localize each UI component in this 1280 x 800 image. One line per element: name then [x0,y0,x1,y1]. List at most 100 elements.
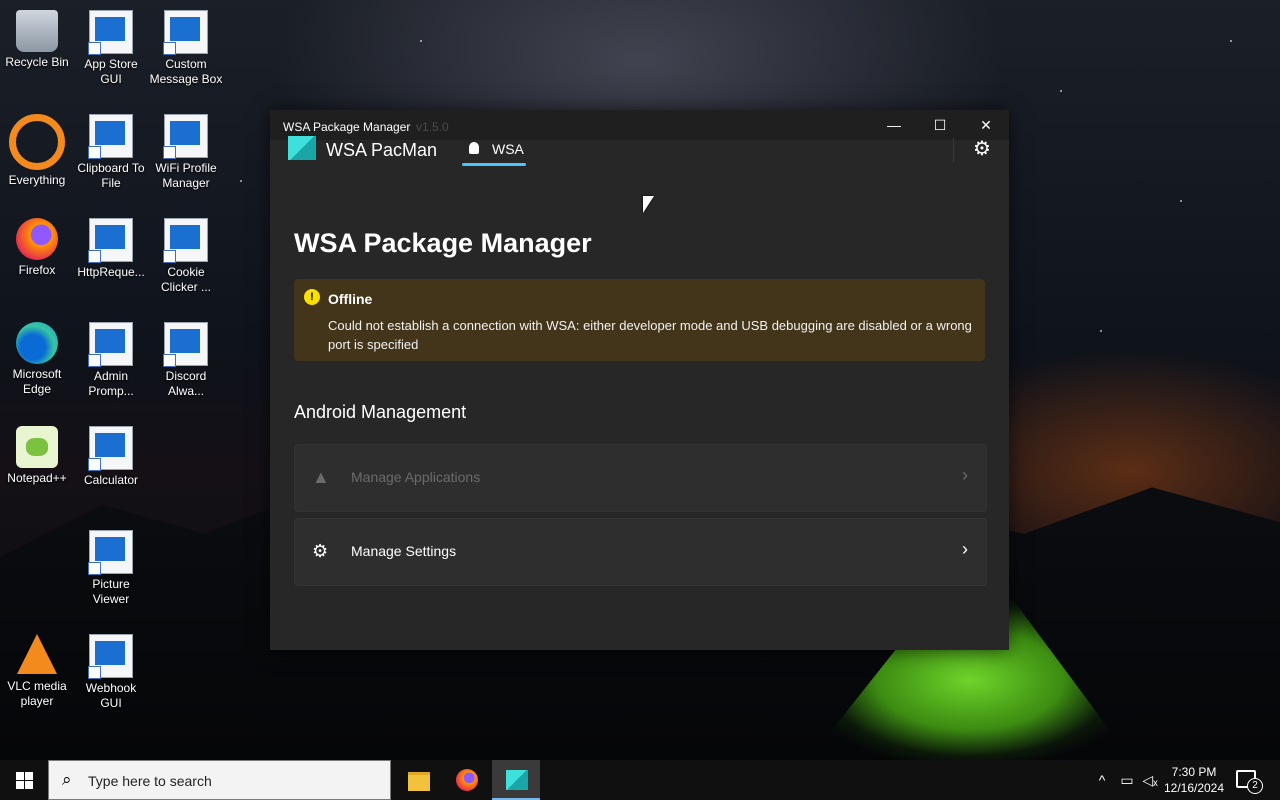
chevron-right-icon: › [962,539,968,559]
desktop-icon-label: Admin Promp... [88,369,134,398]
wsa-pacman-logo-icon [288,136,316,160]
everything-search-icon [9,114,65,170]
desktop-icon-recycle-bin[interactable]: Recycle Bin [0,6,74,70]
warning-icon: ! [304,289,320,305]
manage-applications-card[interactable]: ▲ Manage Applications › [294,444,987,512]
desktop-icon-discord-always[interactable]: Discord Alwa... [149,318,223,399]
start-button[interactable] [0,760,48,800]
shortcut-icon [163,10,208,55]
taskbar-file-explorer[interactable] [394,760,442,800]
section-title: Android Management [294,402,467,422]
taskbar-wsa-pacman[interactable] [492,760,540,800]
desktop-icon-label: Cookie Clicker ... [160,265,211,294]
desktop-icon-label: Recycle Bin [5,55,69,69]
desktop-icon-app-store-gui[interactable]: App Store GUI [74,6,148,87]
windows-logo-icon [25,781,33,789]
offline-info-bar: ! Offline Could not establish a connecti… [294,279,985,361]
desktop-icon-everything[interactable]: Everything [0,110,74,188]
wsa-pacman-icon [506,770,528,790]
desktop-icon-cookie-clicker[interactable]: Cookie Clicker ... [149,214,223,295]
shortcut-icon [88,10,133,55]
firefox-icon [16,218,58,260]
desktop-icon-label: App Store GUI [84,57,138,86]
recycle-bin-icon [16,10,58,52]
clock-date: 12/16/2024 [1163,781,1225,795]
manage-settings-card[interactable]: ⚙ Manage Settings › [294,518,987,586]
desktop-icon-label: Firefox [18,263,56,277]
vlc-cone-icon [17,634,57,676]
star [1180,200,1182,202]
desktop-icon-label: Calculator [83,473,139,487]
desktop-icon-calculator[interactable]: Calculator [74,422,148,488]
mouse-cursor-icon [643,196,654,213]
star [1060,90,1062,92]
card-label: Manage Settings [351,543,457,559]
wsa-pacman-window: WSA Package Manager v1.5.0 — ☐ ✕ WSA Pac… [270,110,1009,650]
app-name: WSA PacMan [326,140,438,160]
star [420,40,422,42]
desktop-icon-notepad-plus-plus[interactable]: Notepad++ [0,422,74,486]
volume-muted-icon[interactable]: ◁ₓ [1140,760,1160,800]
shortcut-icon [163,322,208,367]
desktop-icon-firefox[interactable]: Firefox [0,214,74,278]
desktop-icon-wifi-profile-manager[interactable]: WiFi Profile Manager [149,110,223,191]
desktop-icon-label: Discord Alwa... [165,369,207,398]
notification-count-badge: 2 [1247,778,1263,794]
desktop-icon-clipboard-to-file[interactable]: Clipboard To File [74,110,148,191]
shortcut-icon [88,218,133,263]
info-bar-message: Could not establish a connection with WS… [328,318,972,352]
desktop-icon-label: Clipboard To File [77,161,145,190]
shortcut-icon [163,114,208,159]
shortcut-icon [88,530,133,575]
desktop-icon-label: WiFi Profile Manager [155,161,217,190]
firefox-icon [456,769,478,791]
windows-logo-icon [16,781,24,789]
desktop-icon-label: Custom Message Box [149,57,223,86]
desktop-icon-label: Notepad++ [7,471,67,485]
desktop-icon-microsoft-edge[interactable]: Microsoft Edge [0,318,74,397]
network-icon[interactable]: ▭ [1116,760,1138,800]
taskbar-firefox[interactable] [443,760,491,800]
desktop-icon-picture-viewer[interactable]: Picture Viewer [74,526,148,607]
shortcut-icon [88,322,133,367]
desktop-icon-custom-message-box[interactable]: Custom Message Box [149,6,223,87]
desktop-icon-label: Everything [8,173,66,187]
vlc-cone-shape [17,634,57,674]
shortcut-icon [88,426,133,471]
windows-logo-icon [16,772,24,780]
star [1100,330,1102,332]
shortcut-icon [88,114,133,159]
desktop-icon-label: Webhook GUI [85,681,137,710]
tab-wsa[interactable]: WSA [462,138,526,166]
shortcut-icon [88,634,133,679]
edge-icon [16,322,58,364]
windows-logo-icon [25,772,33,780]
gears-icon: ⚙ [312,541,329,561]
nav-divider [953,138,954,162]
desktop-icon-label: VLC media player [7,679,67,708]
android-icon: ▲ [312,467,330,487]
chevron-up-icon[interactable]: ^ [1092,760,1112,800]
star [1230,40,1232,42]
file-explorer-icon [408,772,430,791]
star [240,180,242,182]
system-clock[interactable]: 7:30 PM 12/16/2024 [1158,764,1230,796]
android-icon [469,142,479,154]
taskbar: ⌕ Type here to search ^ ▭ ◁ₓ 7:30 PM 12/… [0,760,1280,800]
navigation-bar: WSA PacMan WSA ⚙ [270,110,1009,198]
gear-icon[interactable]: ⚙ [973,136,991,161]
desktop-icon-label: Picture Viewer [92,577,130,606]
notepad-plus-plus-icon [16,426,58,468]
tab-selection-indicator [462,163,526,166]
tab-wsa-label: WSA [492,141,524,157]
taskbar-search-box[interactable]: ⌕ Type here to search [48,760,391,800]
info-bar-title: Offline [328,291,373,307]
search-icon: ⌕ [62,770,72,789]
desktop-icon-admin-prompt[interactable]: Admin Promp... [74,318,148,399]
main-content: WSA Package Manager ! Offline Could not … [270,198,1009,650]
desktop-icon-webhook-gui[interactable]: Webhook GUI [74,630,148,711]
desktop-icon-label: Microsoft Edge [12,367,62,396]
desktop-icon-vlc[interactable]: VLC media player [0,630,74,709]
card-label: Manage Applications [351,469,481,485]
desktop-icon-httprequest[interactable]: HttpReque... [74,214,148,280]
